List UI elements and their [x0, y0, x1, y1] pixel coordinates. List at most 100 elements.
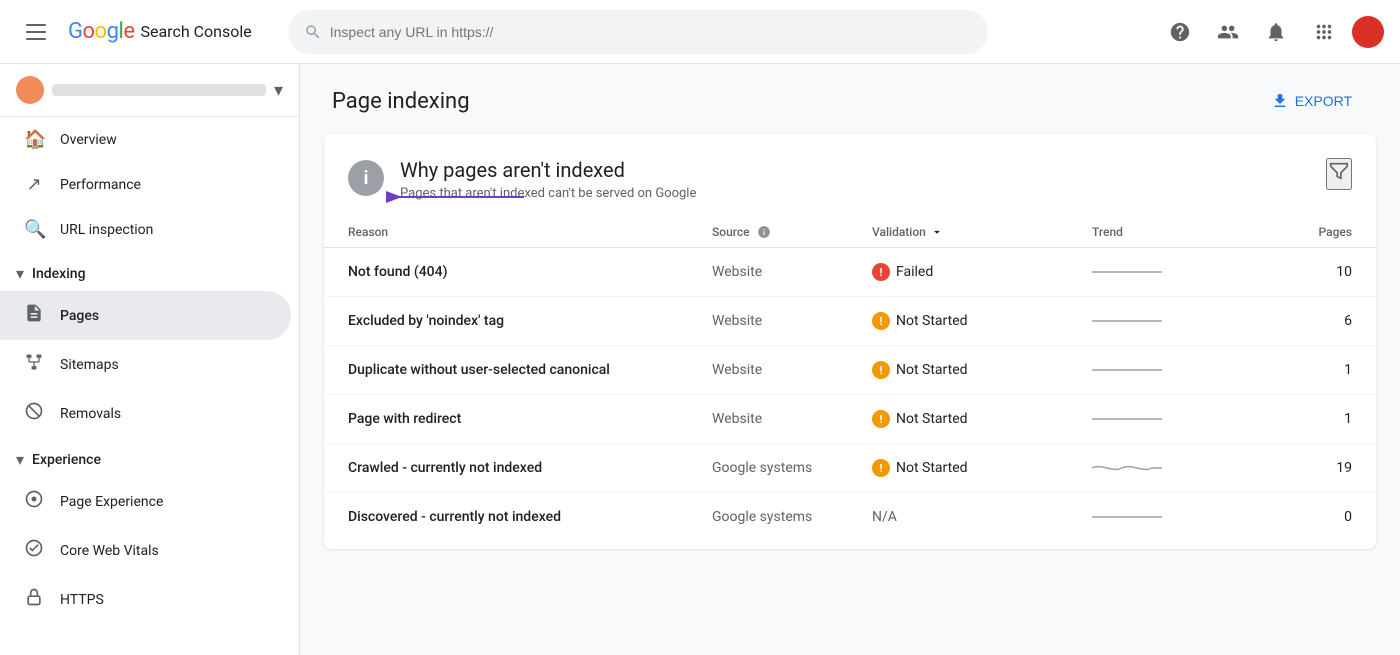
col-header-validation[interactable]: Validation [872, 225, 1092, 239]
col-header-source: Source [712, 225, 872, 239]
row-trend [1092, 507, 1272, 527]
main-layout: ▾ 🏠 Overview ↗ Performance 🔍 URL inspect… [0, 64, 1400, 655]
sidebar-item-overview[interactable]: 🏠 Overview [0, 117, 291, 162]
help-button[interactable] [1160, 12, 1200, 52]
sidebar-item-https[interactable]: HTTPS [0, 575, 291, 624]
row-pages: 19 [1272, 460, 1352, 476]
collapse-icon: ▾ [16, 450, 24, 469]
trend-line-chart [1092, 360, 1162, 380]
pages-icon [24, 303, 44, 328]
status-not-started-icon: ! [872, 312, 890, 330]
menu-button[interactable] [16, 12, 56, 52]
info-icon: i [348, 160, 384, 196]
row-pages: 1 [1272, 411, 1352, 427]
table-row[interactable]: Page with redirect Website ! Not Started… [324, 395, 1376, 444]
sidebar-item-removals[interactable]: Removals [0, 389, 291, 438]
removals-icon [24, 401, 44, 426]
row-pages: 10 [1272, 264, 1352, 280]
table-row[interactable]: Not found (404) Website [324, 248, 1376, 297]
table-row[interactable]: Discovered - currently not indexed Googl… [324, 493, 1376, 541]
property-name [52, 84, 266, 96]
section-label: Indexing [32, 266, 85, 282]
top-header: Google Search Console [0, 0, 1400, 64]
info-small-icon [757, 225, 771, 239]
magnify-icon: 🔍 [24, 219, 44, 240]
property-selector[interactable]: ▾ [0, 64, 299, 117]
vitals-icon [24, 538, 44, 563]
trend-line-chart [1092, 507, 1162, 527]
sidebar-item-pages[interactable]: Pages [0, 291, 291, 340]
row-validation: ! Not Started [872, 459, 1092, 477]
avatar[interactable] [1352, 16, 1384, 48]
help-icon [1169, 21, 1191, 43]
sidebar-item-label: Pages [60, 308, 99, 324]
row-source: Website [712, 264, 872, 280]
row-source: Google systems [712, 509, 872, 525]
sidebar-item-url-inspection[interactable]: 🔍 URL inspection [0, 207, 291, 252]
row-source: Website [712, 411, 872, 427]
col-header-trend: Trend [1092, 225, 1272, 239]
row-validation: N/A [872, 509, 1092, 525]
sidebar-item-label: Performance [60, 177, 141, 193]
card-title: Why pages aren't indexed [400, 158, 696, 182]
lock-icon [24, 587, 44, 612]
status-not-started-icon: ! [872, 361, 890, 379]
trend-line-chart [1092, 311, 1162, 331]
search-bar[interactable] [288, 10, 988, 54]
export-label: EXPORT [1295, 93, 1352, 109]
row-trend [1092, 409, 1272, 429]
row-pages: 0 [1272, 509, 1352, 525]
table-header: Reason Source Validation Trend [324, 217, 1376, 248]
sidebar-item-label: Sitemaps [60, 357, 119, 373]
col-header-reason: Reason [348, 225, 712, 239]
row-pages: 6 [1272, 313, 1352, 329]
search-input[interactable] [330, 24, 972, 40]
row-reason: Page with redirect [348, 411, 712, 427]
home-icon: 🏠 [24, 129, 44, 150]
indexing-section-header[interactable]: ▾ Indexing [0, 252, 299, 291]
sidebar: ▾ 🏠 Overview ↗ Performance 🔍 URL inspect… [0, 64, 300, 655]
export-button[interactable]: EXPORT [1255, 84, 1368, 118]
table-row[interactable]: Crawled - currently not indexed Google s… [324, 444, 1376, 493]
trend-icon: ↗ [24, 174, 44, 195]
status-not-started-icon: ! [872, 410, 890, 428]
row-validation: ! Not Started [872, 312, 1092, 330]
sidebar-item-core-web-vitals[interactable]: Core Web Vitals [0, 526, 291, 575]
status-not-started-icon: ! [872, 459, 890, 477]
collapse-icon: ▾ [16, 264, 24, 283]
row-validation: ! Failed [872, 263, 1092, 281]
table-row[interactable]: Duplicate without user-selected canonica… [324, 346, 1376, 395]
sidebar-item-sitemaps[interactable]: Sitemaps [0, 340, 291, 389]
row-pages: 1 [1272, 362, 1352, 378]
why-pages-not-indexed-card: i Why pages aren't indexed Pages that ar… [324, 134, 1376, 549]
row-reason: Discovered - currently not indexed [348, 509, 712, 525]
apps-button[interactable] [1304, 12, 1344, 52]
trend-wavy-chart [1092, 458, 1162, 478]
chevron-down-icon: ▾ [274, 80, 283, 101]
sidebar-item-label: URL inspection [60, 222, 153, 238]
logo[interactable]: Google Search Console [68, 19, 252, 44]
header-icons [1160, 12, 1384, 52]
card-title-row: i Why pages aren't indexed Pages that ar… [348, 158, 1352, 201]
sort-down-icon [930, 225, 944, 239]
row-reason: Duplicate without user-selected canonica… [348, 362, 712, 378]
property-icon [16, 76, 44, 104]
trend-line-chart [1092, 262, 1162, 282]
experience-icon [24, 489, 44, 514]
row-trend [1092, 311, 1272, 331]
status-failed-icon: ! [872, 263, 890, 281]
table-row[interactable]: Excluded by 'noindex' tag Website ! Not … [324, 297, 1376, 346]
section-label: Experience [32, 452, 101, 468]
sidebar-item-performance[interactable]: ↗ Performance [0, 162, 291, 207]
experience-section-header[interactable]: ▾ Experience [0, 438, 299, 477]
share-button[interactable] [1208, 12, 1248, 52]
notifications-button[interactable] [1256, 12, 1296, 52]
row-source: Website [712, 362, 872, 378]
row-trend [1092, 458, 1272, 478]
filter-button[interactable] [1326, 158, 1352, 190]
sidebar-item-page-experience[interactable]: Page Experience [0, 477, 291, 526]
col-header-pages: Pages [1272, 225, 1352, 239]
row-reason: Crawled - currently not indexed [348, 460, 712, 476]
person-icon [1217, 21, 1239, 43]
card-subtitle: Pages that aren't indexed can't be serve… [400, 186, 696, 201]
